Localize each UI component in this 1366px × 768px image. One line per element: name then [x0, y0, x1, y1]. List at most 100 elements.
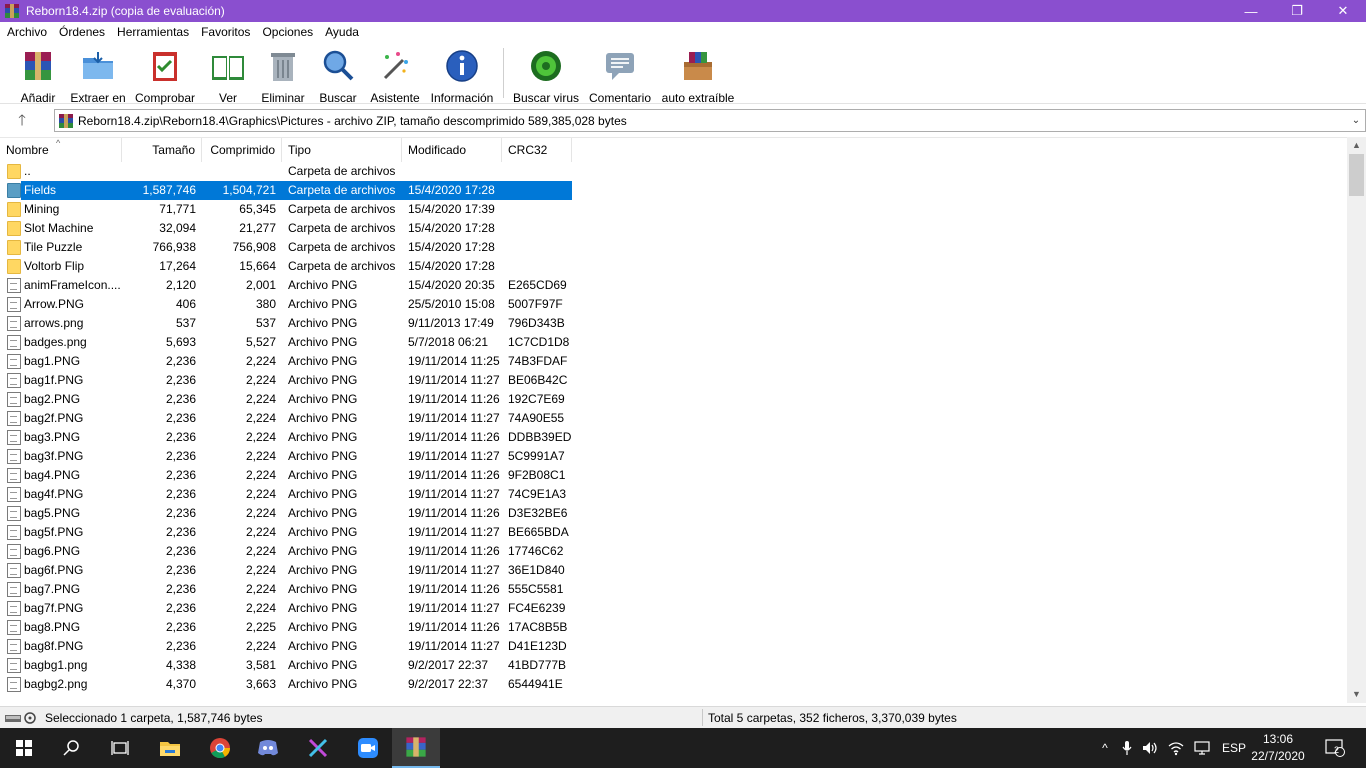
scroll-thumb[interactable] — [1349, 154, 1364, 196]
file-modified: 19/11/2014 11:27 — [408, 487, 500, 501]
file-compressed: 2,224 — [245, 639, 276, 653]
file-row[interactable]: bag8.PNG 2,236 2,225 Archivo PNG 19/11/2014 … — [0, 618, 1346, 637]
file-row[interactable]: bag3f.PNG 2,236 2,224 Archivo PNG 19/11/2014… — [0, 447, 1346, 466]
path-dropdown-button[interactable]: ⌄ — [1347, 115, 1365, 126]
file-row[interactable]: bag4f.PNG 2,236 2,224 Archivo PNG 19/11/2014… — [0, 485, 1346, 504]
wifi-icon[interactable] — [1168, 740, 1184, 756]
info-button[interactable]: Información — [428, 46, 496, 105]
file-row[interactable]: bag5.PNG 2,236 2,224 Archivo PNG 19/11/2014 … — [0, 504, 1346, 523]
folder-row[interactable]: Fields 1,587,746 1,504,721 Carpeta de archi… — [0, 181, 1346, 200]
file-crc32: 5C9991A7 — [508, 449, 565, 463]
folder-row[interactable]: Voltorb Flip 17,264 15,664 Carpeta de archi… — [0, 257, 1346, 276]
taskbar-explorer[interactable] — [146, 728, 194, 768]
microphone-icon[interactable] — [1122, 740, 1132, 756]
file-row[interactable]: bagbg1.png 4,338 3,581 Archivo PNG 9/2/2017 … — [0, 656, 1346, 675]
file-row[interactable]: bagbg2.png 4,370 3,663 Archivo PNG 9/2/2017 … — [0, 675, 1346, 694]
file-row[interactable]: bag8f.PNG 2,236 2,224 Archivo PNG 19/11/2014… — [0, 637, 1346, 656]
minimize-button[interactable]: — — [1228, 0, 1274, 22]
status-bar: Seleccionado 1 carpeta, 1,587,746 bytes … — [0, 706, 1366, 728]
add-button[interactable]: Añadir — [16, 46, 60, 105]
folder-row[interactable]: .. Carpeta de archivos — [0, 162, 1346, 181]
file-size: 2,236 — [165, 392, 196, 406]
folder-row[interactable]: Tile Puzzle 766,938 756,908 Carpeta de arch… — [0, 238, 1346, 257]
file-compressed: 2,224 — [245, 449, 276, 463]
extract-button[interactable]: Extraer en — [70, 46, 126, 105]
png-file-icon — [7, 582, 21, 597]
column-crc32[interactable]: CRC32 — [502, 138, 572, 162]
delete-button[interactable]: Eliminar — [258, 46, 308, 105]
taskbar-zoom[interactable] — [344, 728, 392, 768]
column-modified[interactable]: Modificado — [402, 138, 502, 162]
view-button[interactable]: Ver — [205, 46, 251, 105]
file-row[interactable]: bag2f.PNG 2,236 2,224 Archivo PNG 19/11/2014… — [0, 409, 1346, 428]
file-row[interactable]: bag7f.PNG 2,236 2,224 Archivo PNG 19/11/2014… — [0, 599, 1346, 618]
column-type[interactable]: Tipo — [282, 138, 402, 162]
file-modified: 19/11/2014 11:27 — [408, 373, 500, 387]
file-row[interactable]: bag5f.PNG 2,236 2,224 Archivo PNG 19/11/2014… — [0, 523, 1346, 542]
png-file-icon — [7, 468, 21, 483]
language-indicator[interactable]: ESP — [1222, 741, 1246, 755]
file-row[interactable]: animFrameIcon.... 2,120 2,001 Archivo PNG 15… — [0, 276, 1346, 295]
file-row[interactable]: bag4.PNG 2,236 2,224 Archivo PNG 19/11/2014 … — [0, 466, 1346, 485]
taskbar-discord[interactable] — [244, 728, 292, 768]
file-row[interactable]: bag6f.PNG 2,236 2,224 Archivo PNG 19/11/2014… — [0, 561, 1346, 580]
sfx-button[interactable]: auto extraíble — [661, 46, 735, 105]
file-compressed: 2,224 — [245, 411, 276, 425]
column-compressed[interactable]: Comprimido — [202, 138, 282, 162]
file-row[interactable]: badges.png 5,693 5,527 Archivo PNG 5/7/2018 … — [0, 333, 1346, 352]
menu-opciones[interactable]: Opciones — [256, 22, 319, 42]
file-row[interactable]: bag3.PNG 2,236 2,224 Archivo PNG 19/11/2014 … — [0, 428, 1346, 447]
network-icon[interactable] — [1194, 741, 1210, 755]
close-button[interactable]: ✕ — [1320, 0, 1366, 22]
taskbar-search-button[interactable] — [48, 728, 96, 768]
find-button[interactable]: Buscar — [316, 46, 360, 105]
scroll-down-arrow-icon[interactable]: ▼ — [1347, 686, 1366, 703]
file-row[interactable]: bag1f.PNG 2,236 2,224 Archivo PNG 19/11/2014… — [0, 371, 1346, 390]
folder-row[interactable]: Mining 71,771 65,345 Carpeta de archivos 15/… — [0, 200, 1346, 219]
file-row[interactable]: arrows.png 537 537 Archivo PNG 9/11/2013 17:… — [0, 314, 1346, 333]
path-field[interactable]: Reborn18.4.zip\Reborn18.4\Graphics\Pictu… — [54, 109, 1366, 132]
menu-favoritos[interactable]: Favoritos — [195, 22, 256, 42]
clock[interactable]: 13:06 22/7/2020 — [1247, 731, 1309, 765]
maximize-button[interactable]: ❐ — [1274, 0, 1320, 22]
menu-ordenes[interactable]: Órdenes — [53, 22, 111, 42]
vertical-scrollbar[interactable]: ▲ ▼ — [1347, 137, 1366, 703]
file-row[interactable]: bag6.PNG 2,236 2,224 Archivo PNG 19/11/2014 … — [0, 542, 1346, 561]
menu-ayuda[interactable]: Ayuda — [319, 22, 365, 42]
column-name[interactable]: Nombre ^ — [0, 138, 122, 162]
menu-herramientas[interactable]: Herramientas — [111, 22, 195, 42]
find-label: Buscar — [319, 91, 357, 105]
file-row[interactable]: bag1.PNG 2,236 2,224 Archivo PNG 19/11/2014 … — [0, 352, 1346, 371]
start-button[interactable] — [0, 728, 48, 768]
file-row[interactable]: bag7.PNG 2,236 2,224 Archivo PNG 19/11/2014 … — [0, 580, 1346, 599]
speaker-icon[interactable] — [1142, 740, 1158, 756]
file-type: Archivo PNG — [288, 601, 358, 615]
file-type: Archivo PNG — [288, 354, 358, 368]
menu-archivo[interactable]: Archivo — [1, 22, 53, 42]
file-type: Archivo PNG — [288, 506, 358, 520]
file-modified: 19/11/2014 11:26 — [408, 620, 500, 634]
comment-button[interactable]: Comentario — [587, 46, 653, 105]
scroll-up-arrow-icon[interactable]: ▲ — [1347, 137, 1366, 154]
wizard-button[interactable]: Asistente — [369, 46, 421, 105]
column-size[interactable]: Tamaño — [122, 138, 202, 162]
show-hidden-icons-icon[interactable]: ^ — [1098, 741, 1112, 755]
trash-icon — [271, 53, 295, 81]
file-row[interactable]: bag2.PNG 2,236 2,224 Archivo PNG 19/11/2014 … — [0, 390, 1346, 409]
taskbar-winrar[interactable] — [392, 728, 440, 768]
folder-row[interactable]: Slot Machine 32,094 21,277 Carpeta de archi… — [0, 219, 1346, 238]
taskbar-chrome[interactable] — [196, 728, 244, 768]
file-crc32 — [508, 181, 572, 200]
virus-scan-label: Buscar virus — [512, 91, 580, 105]
task-view-icon — [111, 741, 129, 755]
virus-scan-button[interactable]: Buscar virus — [512, 46, 580, 105]
test-button[interactable]: Comprobar — [134, 46, 196, 105]
file-size: 2,236 — [165, 601, 196, 615]
file-row[interactable]: Arrow.PNG 406 380 Archivo PNG 25/5/2010 15:0… — [0, 295, 1346, 314]
winrar-app-icon — [5, 4, 19, 18]
up-folder-button[interactable]: 🡑 — [12, 111, 32, 131]
action-center-button[interactable]: 2 — [1322, 728, 1348, 768]
task-view-button[interactable] — [96, 728, 144, 768]
taskbar-app-x[interactable] — [294, 728, 342, 768]
file-type: Archivo PNG — [288, 544, 358, 558]
